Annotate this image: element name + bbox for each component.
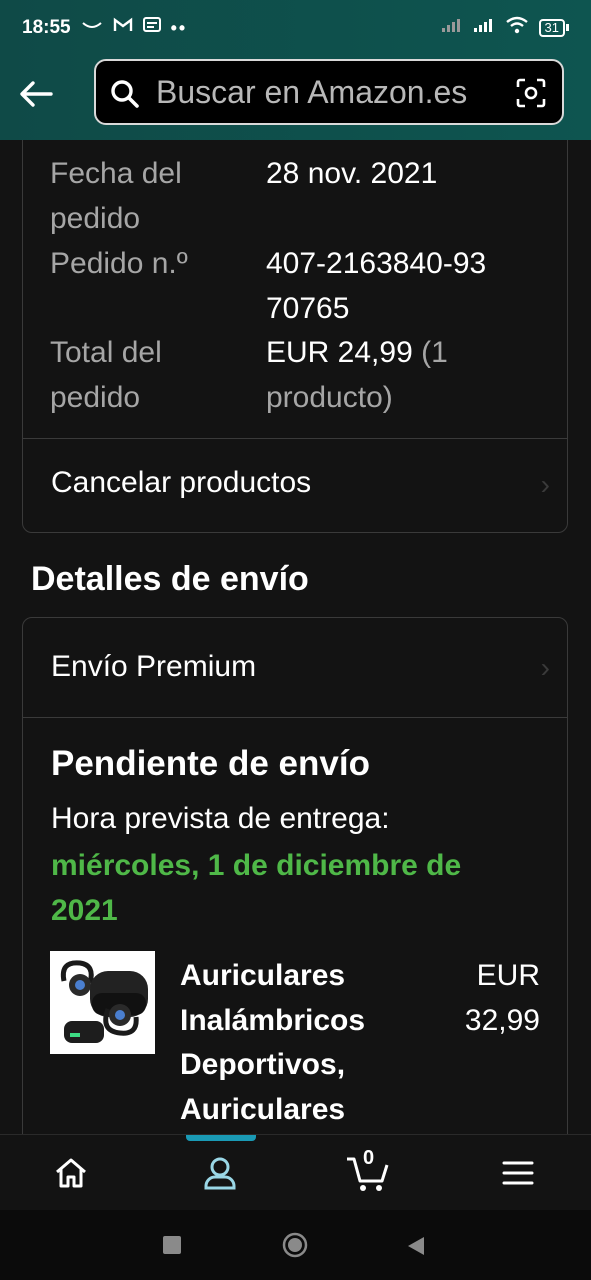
nav-home[interactable]: [31, 1135, 111, 1211]
cancel-products-row[interactable]: Cancelar productos ›: [23, 439, 568, 532]
status-bar: 18:55 •• 31: [0, 0, 591, 56]
chevron-right-icon: ›: [540, 652, 550, 683]
delivery-date: miércoles, 1 de diciembre de 2021: [51, 849, 462, 927]
nav-cart[interactable]: 0: [328, 1135, 408, 1211]
back-button[interactable]: [18, 76, 54, 112]
search-placeholder: Buscar en Amazon.es: [156, 74, 468, 110]
cancel-products-label: Cancelar productos: [51, 466, 312, 499]
order-total-value: EUR 24,99 (1 producto): [266, 330, 496, 420]
triangle-back-icon: [408, 1237, 424, 1255]
missed-call-icon: [81, 17, 103, 39]
message-icon: [142, 17, 161, 39]
menu-icon: [502, 1161, 534, 1185]
wifi-icon: [505, 16, 529, 39]
home-button[interactable]: [282, 1232, 308, 1258]
delivery-estimate-label: Hora prevista de entrega:: [51, 802, 390, 835]
signal-icon-2: [473, 17, 495, 38]
order-number-value: 407-2163840-9370765: [266, 247, 487, 325]
back-arrow-icon: [20, 81, 53, 107]
chevron-right-icon: ›: [540, 469, 550, 500]
circle-home-icon: [282, 1232, 308, 1258]
shipping-method-label: Envío Premium: [51, 650, 257, 683]
user-icon: [204, 1157, 236, 1190]
system-navigation-bar: [0, 1210, 591, 1280]
app-header: Buscar en Amazon.es: [0, 56, 591, 140]
cart-count: 0: [363, 1147, 375, 1169]
order-total-label: Total del pedido: [50, 336, 162, 414]
search-bar[interactable]: Buscar en Amazon.es: [94, 59, 564, 125]
shipment-status-title: Pendiente de envío: [51, 744, 370, 783]
order-date-value: 28 nov. 2021: [266, 157, 438, 190]
more-notifications-icon: ••: [170, 17, 188, 38]
nav-menu[interactable]: [478, 1135, 558, 1211]
order-details-content: Fecha del pedido 28 nov. 2021 Pedido n.º…: [0, 140, 591, 1134]
product-image[interactable]: [50, 951, 155, 1054]
battery-level: 31: [538, 18, 565, 37]
recent-apps-button[interactable]: [163, 1236, 181, 1254]
order-total-amount: EUR 24,99: [266, 336, 413, 369]
home-icon: [56, 1158, 86, 1188]
signal-icon-1: [441, 17, 463, 38]
shipping-details-title: Detalles de envío: [31, 560, 309, 598]
battery-icon: 31: [538, 18, 569, 37]
shipping-method-row[interactable]: Envío Premium ›: [23, 618, 568, 717]
status-time: 18:55: [22, 17, 71, 38]
product-title[interactable]: Auriculares Inalámbricos Deportivos, Aur…: [180, 954, 410, 1132]
divider: [23, 717, 568, 718]
order-number-label: Pedido n.º: [50, 247, 188, 280]
order-date-label: Fecha del pedido: [50, 157, 182, 235]
gmail-icon: [113, 17, 133, 39]
bottom-navigation: 0: [0, 1134, 591, 1211]
nav-account[interactable]: [180, 1135, 260, 1211]
camera-scan-icon[interactable]: [516, 78, 546, 113]
product-price: EUR 32,99: [464, 959, 540, 1037]
search-icon: [110, 79, 140, 114]
back-system-button[interactable]: [406, 1235, 426, 1262]
